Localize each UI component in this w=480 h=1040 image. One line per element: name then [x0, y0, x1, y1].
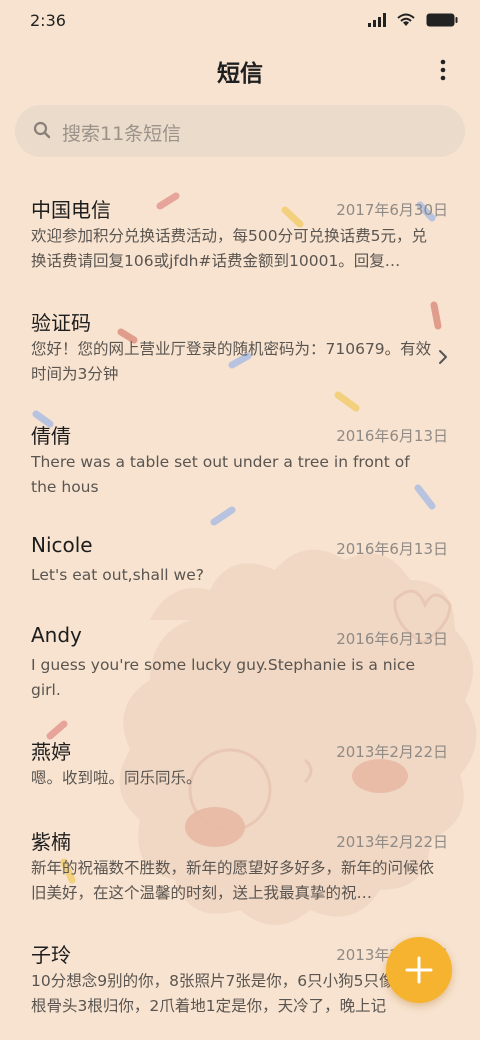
- chevron-right-icon: [439, 350, 447, 364]
- status-time: 2:36: [30, 11, 66, 30]
- sender-name: 紫楠: [31, 830, 71, 854]
- new-message-button[interactable]: [386, 937, 452, 1003]
- sender-name: 中国电信: [31, 198, 111, 222]
- search-placeholder: 搜索11条短信: [62, 123, 182, 145]
- message-preview: 嗯。收到啦。同乐同乐。: [31, 769, 202, 787]
- search-icon: [33, 121, 51, 139]
- status-bar: 2:36: [0, 0, 480, 42]
- signal-icon: [368, 12, 386, 27]
- list-item[interactable]: 验证码 您好！您的网上营业厅登录的随机密码为：710679。有效时间为3分钟: [0, 293, 480, 403]
- message-preview: Let's eat out,shall we?: [31, 566, 204, 584]
- list-item[interactable]: 紫楠 2013年2月22日 新年的祝福数不胜数，新年的愿望好多好多，新年的问候依…: [0, 812, 480, 922]
- search-input[interactable]: 搜索11条短信: [15, 105, 465, 157]
- list-item[interactable]: Andy 2016年6月13日 I guess you're some luck…: [0, 609, 480, 719]
- sender-name: 验证码: [31, 311, 91, 335]
- message-date: 2017年6月30日: [336, 201, 448, 219]
- wifi-icon: [397, 13, 415, 26]
- message-preview: 欢迎参加积分兑换话费活动，每500分可兑换话费5元，兑换话费请回复106或jfd…: [31, 227, 427, 270]
- list-item[interactable]: Nicole 2016年6月13日 Let's eat out,shall we…: [0, 519, 480, 609]
- list-item[interactable]: 燕婷 2013年2月22日 嗯。收到啦。同乐同乐。: [0, 722, 480, 812]
- list-item[interactable]: 倩倩 2016年6月13日 There was a table set out …: [0, 406, 480, 516]
- battery-icon: [426, 13, 458, 26]
- message-preview: I guess you're some lucky guy.Stephanie …: [31, 656, 415, 699]
- message-preview: There was a table set out under a tree i…: [31, 453, 410, 496]
- message-date: 2013年2月22日: [336, 743, 448, 761]
- sender-name: 燕婷: [31, 740, 71, 764]
- message-date: 2016年6月13日: [336, 427, 448, 445]
- more-vertical-icon[interactable]: [440, 56, 460, 86]
- app-header: 短信: [0, 48, 480, 94]
- message-preview: 新年的祝福数不胜数，新年的愿望好多好多，新年的问候依旧美好，在这个温馨的时刻，送…: [31, 859, 435, 902]
- sender-name: Andy: [31, 623, 82, 647]
- message-preview: 10分想念9别的你，8张照片7张是你，6只小狗5只像你，4根骨头3根归你，2爪着…: [31, 972, 436, 1015]
- sender-name: Nicole: [31, 533, 93, 557]
- sender-name: 倩倩: [31, 424, 71, 448]
- message-date: 2013年2月22日: [336, 833, 448, 851]
- list-item[interactable]: 中国电信 2017年6月30日 欢迎参加积分兑换话费活动，每500分可兑换话费5…: [0, 180, 480, 290]
- plus-icon: [405, 956, 433, 984]
- page-title: 短信: [217, 61, 263, 87]
- sender-name: 子玲: [31, 943, 71, 967]
- message-date: 2016年6月13日: [336, 540, 448, 558]
- message-date: 2016年6月13日: [336, 630, 448, 648]
- message-preview: 您好！您的网上营业厅登录的随机密码为：710679。有效时间为3分钟: [31, 340, 432, 383]
